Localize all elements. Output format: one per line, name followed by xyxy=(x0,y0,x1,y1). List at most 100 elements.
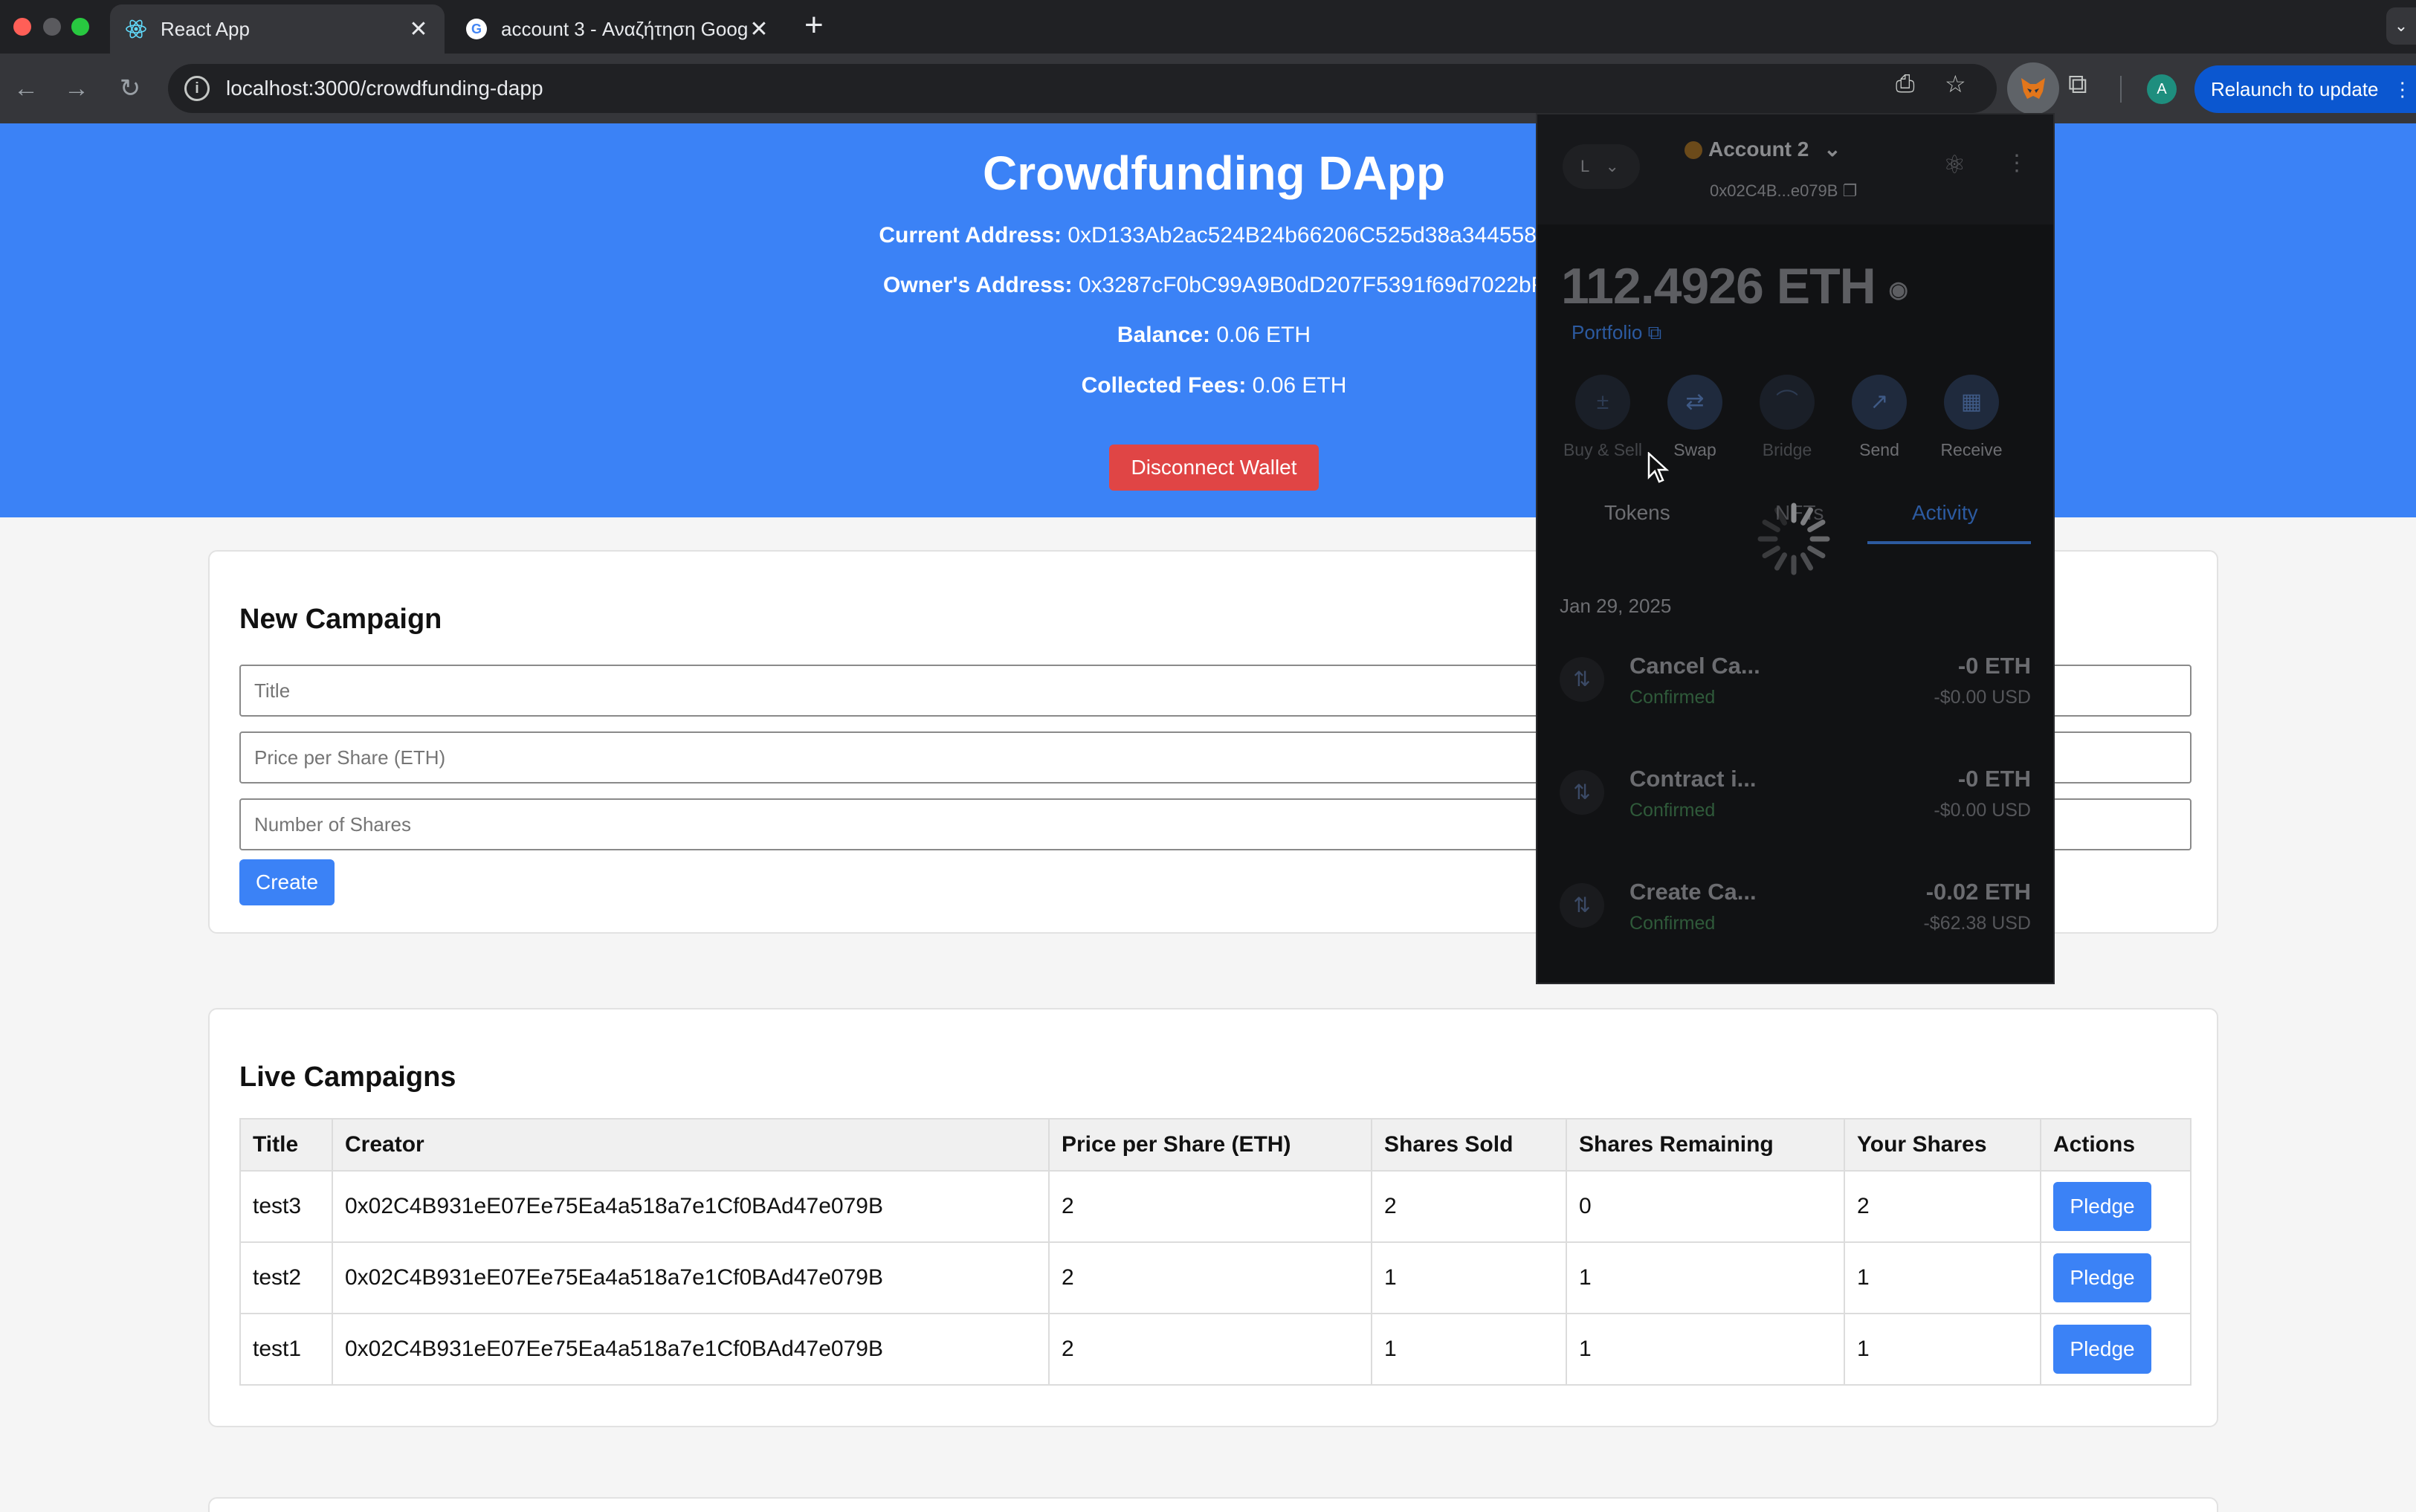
react-icon xyxy=(125,18,147,40)
tx-name: Create Ca... xyxy=(1629,879,1757,905)
qr-code-icon: ▦ xyxy=(1944,375,1999,430)
tx-name: Cancel Ca... xyxy=(1629,653,1760,679)
balance-value: 0.06 ETH xyxy=(1216,323,1311,347)
tab-search-button[interactable]: ⌄ xyxy=(2386,7,2416,45)
activity-item[interactable]: ⇅ Create Ca... Confirmed -0.02 ETH -$62.… xyxy=(1537,870,2053,959)
cell-shares-sold: 1 xyxy=(1371,1241,1567,1314)
send-label: Send xyxy=(1859,440,1899,459)
external-link-icon: ⧉ xyxy=(1647,321,1662,343)
cell-shares-sold: 2 xyxy=(1371,1170,1567,1243)
owner-address-value: 0x3287cF0bC99A9B0dD207F5391f69d7022bF xyxy=(1078,273,1545,297)
tx-amount: -0.02 ETH xyxy=(1925,879,2031,905)
forward-icon[interactable]: → xyxy=(59,71,94,106)
install-app-icon[interactable]: ⎙ xyxy=(1896,70,1915,98)
cell-creator: 0x02C4B931eE07Ee75Ea4a518a7e1Cf0BAd47e07… xyxy=(332,1170,1050,1243)
close-icon[interactable]: ✕ xyxy=(748,16,770,42)
current-address-value: 0xD133Ab2ac524B24b66206C525d38a3445582 xyxy=(1068,223,1549,248)
next-section-card xyxy=(208,1497,2218,1512)
cell-your-shares: 2 xyxy=(1844,1170,2041,1243)
disconnect-wallet-button[interactable]: Disconnect Wallet xyxy=(1109,445,1319,491)
wallet-balance: 112.4926 ETH ◉ xyxy=(1561,257,1908,315)
site-info-icon[interactable]: i xyxy=(184,76,210,101)
wallet-balance-value: 112.4926 ETH xyxy=(1561,258,1876,314)
close-icon[interactable]: ✕ xyxy=(407,16,430,42)
cell-creator: 0x02C4B931eE07Ee75Ea4a518a7e1Cf0BAd47e07… xyxy=(332,1241,1050,1314)
mouse-cursor-icon xyxy=(1647,452,1670,483)
collected-fees-value: 0.06 ETH xyxy=(1252,373,1347,398)
pledge-button[interactable]: Pledge xyxy=(2053,1325,2151,1374)
owner-address-label: Owner's Address: xyxy=(883,273,1073,297)
close-window-button[interactable] xyxy=(13,18,31,36)
contract-interaction-icon: ⇅ xyxy=(1560,657,1604,702)
campaigns-table: Title Creator Price per Share (ETH) Shar… xyxy=(239,1118,2191,1386)
address-bar[interactable]: i localhost:3000/crowdfunding-dapp xyxy=(168,64,1997,113)
tab-tokens[interactable]: Tokens xyxy=(1604,501,1670,525)
column-header-shares-remaining: Shares Remaining xyxy=(1566,1118,1845,1172)
cell-your-shares: 1 xyxy=(1844,1241,2041,1314)
column-header-shares-sold: Shares Sold xyxy=(1371,1118,1567,1172)
activity-item[interactable]: ⇅ Contract i... Confirmed -0 ETH -$0.00 … xyxy=(1537,757,2053,846)
bridge-button[interactable]: ⌒ Bridge xyxy=(1742,375,1832,460)
collected-fees-label: Collected Fees: xyxy=(1081,373,1247,398)
tab-activity[interactable]: Activity xyxy=(1912,501,1978,525)
live-campaigns-heading: Live Campaigns xyxy=(239,1062,456,1093)
more-vert-icon[interactable]: ⋮ xyxy=(2006,150,2028,176)
tab-react-app[interactable]: React App ✕ xyxy=(110,4,445,54)
wallet-header: L ⌄ Account 2 ⌄ 0x02C4B...e079B ❐ ⚛ ⋮ xyxy=(1537,114,2053,224)
account-identicon xyxy=(1685,141,1702,159)
cell-shares-remaining: 0 xyxy=(1566,1170,1845,1243)
tx-amount: -0 ETH xyxy=(1957,653,2031,679)
tab-title: React App xyxy=(161,17,250,40)
pledge-button[interactable]: Pledge xyxy=(2053,1253,2151,1302)
profile-avatar[interactable]: A xyxy=(2147,74,2177,104)
tab-google-search[interactable]: G account 3 - Αναζήτηση Google ✕ xyxy=(450,4,785,54)
minimize-window-button[interactable] xyxy=(43,18,61,36)
tx-usd: -$0.00 USD xyxy=(1934,800,2031,821)
send-button[interactable]: ↗ Send xyxy=(1835,375,1924,460)
relaunch-label: Relaunch to update xyxy=(2211,78,2379,100)
eye-icon[interactable]: ◉ xyxy=(1889,278,1908,303)
network-selector[interactable]: L ⌄ xyxy=(1563,144,1640,189)
maximize-window-button[interactable] xyxy=(71,18,89,36)
portfolio-link[interactable]: Portfolio ⧉ xyxy=(1572,321,1661,345)
relaunch-to-update-button[interactable]: Relaunch to update ⋮ xyxy=(2194,65,2416,113)
url-text: localhost:3000/crowdfunding-dapp xyxy=(226,77,543,100)
google-icon: G xyxy=(465,18,488,40)
receive-button[interactable]: ▦ Receive xyxy=(1927,375,2016,460)
chevron-down-icon: ⌄ xyxy=(1605,157,1619,175)
swap-button[interactable]: ⇄ Swap xyxy=(1650,375,1740,460)
new-tab-button[interactable]: + xyxy=(804,9,824,42)
buy-sell-button[interactable]: ± Buy & Sell xyxy=(1558,375,1647,460)
cell-shares-sold: 1 xyxy=(1371,1313,1567,1386)
tx-name: Contract i... xyxy=(1629,766,1757,792)
back-icon[interactable]: ← xyxy=(9,71,43,106)
pledge-button[interactable]: Pledge xyxy=(2053,1182,2151,1231)
activity-item[interactable]: ⇅ Cancel Ca... Confirmed -0 ETH -$0.00 U… xyxy=(1537,644,2053,733)
cell-price: 2 xyxy=(1048,1313,1372,1386)
metamask-fox-icon[interactable] xyxy=(2007,62,2059,114)
contract-interaction-icon: ⇅ xyxy=(1560,770,1604,815)
cell-shares-remaining: 1 xyxy=(1566,1313,1845,1386)
toolbar-divider xyxy=(2120,76,2122,103)
bridge-icon: ⌒ xyxy=(1760,375,1815,430)
connected-sites-icon[interactable]: ⚛ xyxy=(1943,150,1966,180)
bookmark-star-icon[interactable]: ☆ xyxy=(1945,70,1966,98)
tx-status: Confirmed xyxy=(1629,913,1716,934)
account-address-copy[interactable]: 0x02C4B...e079B ❐ xyxy=(1710,181,1857,201)
balance-label: Balance: xyxy=(1117,323,1210,347)
cell-title: test3 xyxy=(239,1170,333,1243)
table-row: test3 0x02C4B931eE07Ee75Ea4a518a7e1Cf0BA… xyxy=(239,1170,2191,1243)
extensions-puzzle-icon[interactable]: ⧉ xyxy=(2068,68,2087,100)
chevron-down-icon: ⌄ xyxy=(1824,138,1841,161)
current-address-label: Current Address: xyxy=(879,223,1062,248)
swap-icon: ⇄ xyxy=(1667,375,1722,430)
network-letter: L xyxy=(1580,157,1589,175)
arrow-up-right-icon: ↗ xyxy=(1852,375,1907,430)
cell-title: test2 xyxy=(239,1241,333,1314)
reload-icon[interactable]: ↻ xyxy=(113,71,147,106)
account-menu-button[interactable]: Account 2 ⌄ xyxy=(1708,137,1841,161)
portfolio-label: Portfolio xyxy=(1572,321,1643,343)
column-header-title: Title xyxy=(239,1118,333,1172)
tx-status: Confirmed xyxy=(1629,687,1716,708)
create-campaign-button[interactable]: Create xyxy=(239,859,335,905)
